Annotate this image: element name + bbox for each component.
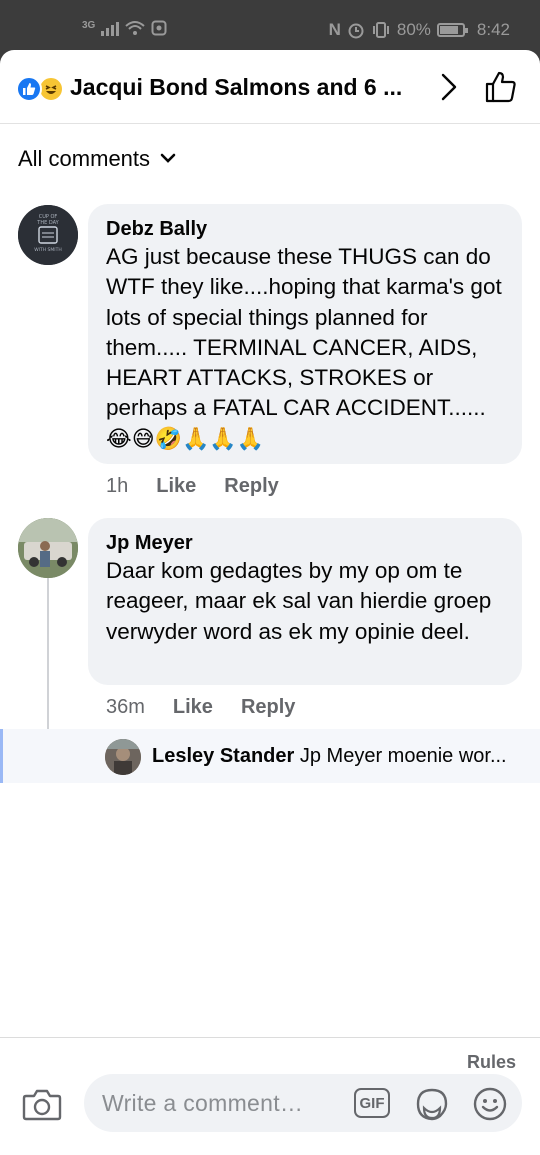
comment-placeholder: Write a comment…: [102, 1090, 304, 1116]
chevron-down-icon: [160, 153, 176, 163]
svg-text:THE DAY: THE DAY: [36, 220, 59, 226]
avatar[interactable]: CUP OF THE DAY WITH SMITH: [18, 205, 78, 265]
like-reaction-icon: [16, 76, 42, 102]
comment-text: Daar kom gedagtes by my op om te reageer…: [106, 558, 492, 644]
reactors-title[interactable]: Jacqui Bond Salmons and 6 ...: [70, 74, 420, 101]
battery-icon: [436, 23, 468, 37]
comment-time: 1h: [106, 475, 129, 497]
comment-bubble[interactable]: Debz Bally AG just because these THUGS c…: [88, 204, 522, 464]
like-button[interactable]: Like: [156, 475, 196, 498]
reactions-summary[interactable]: [16, 76, 70, 102]
clock: 8:42: [476, 20, 510, 39]
status-left: 3G: [82, 20, 167, 36]
comment-bubble[interactable]: Jp Meyer Daar kom gedagtes by my op om t…: [88, 518, 522, 685]
signal-icon: [101, 20, 120, 36]
comment-actions: 36m Like Reply: [106, 696, 295, 719]
filter-label: All comments: [18, 146, 151, 171]
rules-link[interactable]: Rules: [467, 1052, 516, 1073]
comment-time: 36m: [106, 696, 145, 718]
comment-author[interactable]: Jp Meyer: [106, 530, 504, 556]
avatar[interactable]: [105, 739, 141, 775]
nfc-icon: N: [328, 20, 341, 39]
chevron-right-icon[interactable]: [436, 72, 462, 102]
screen-icon: [151, 20, 167, 36]
status-right: N 80% 8:42: [329, 20, 510, 40]
comments-sheet: Jacqui Bond Salmons and 6 ... All commen…: [0, 50, 540, 1155]
comments-filter-dropdown[interactable]: All comments: [18, 146, 176, 172]
comment-author[interactable]: Debz Bally: [106, 216, 504, 242]
reply-author: Lesley Stander: [152, 745, 295, 767]
battery-percent: 80%: [396, 20, 431, 39]
comment-emojis: 😂😅🤣🙏🙏🙏: [106, 425, 265, 451]
wifi-icon: [125, 21, 146, 35]
alarm-icon: [348, 23, 364, 39]
reply-button[interactable]: Reply: [241, 696, 295, 719]
avatar[interactable]: [18, 518, 78, 578]
sheet-header: Jacqui Bond Salmons and 6 ...: [0, 50, 540, 124]
sticker-icon[interactable]: [414, 1086, 450, 1122]
svg-text:WITH SMITH: WITH SMITH: [34, 247, 62, 253]
reply-snippet: Jp Meyer moenie wor...: [299, 745, 507, 767]
camera-icon[interactable]: [22, 1086, 62, 1122]
reply-preview-text[interactable]: Lesley Stander Jp Meyer moenie wor...: [152, 745, 522, 768]
vibrate-icon: [372, 22, 389, 38]
comment-text: AG just because these THUGS can do WTF t…: [106, 244, 502, 451]
emoji-icon[interactable]: [472, 1086, 508, 1122]
like-button[interactable]: Like: [173, 696, 213, 719]
like-outline-icon[interactable]: [484, 70, 518, 104]
gif-button[interactable]: GIF: [354, 1088, 390, 1118]
comment-composer: Rules Write a comment… GIF: [0, 1037, 540, 1155]
comment-input[interactable]: Write a comment… GIF: [84, 1074, 522, 1132]
comment-actions: 1h Like Reply: [106, 475, 279, 498]
reply-button[interactable]: Reply: [224, 475, 278, 498]
network-label: 3G: [82, 20, 96, 31]
